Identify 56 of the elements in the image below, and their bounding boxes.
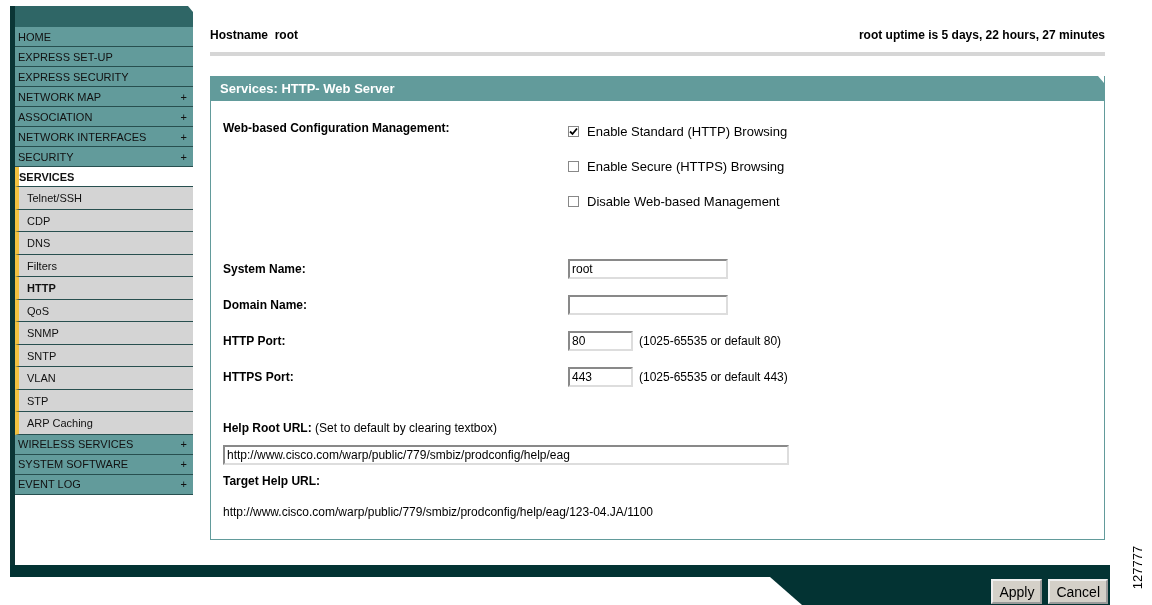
submenu-item[interactable]: QoS <box>15 299 193 322</box>
submenu-item[interactable]: Telnet/SSH <box>15 187 193 210</box>
sidebar-item[interactable]: EVENT LOG + <box>15 474 193 495</box>
range-hint: (1025-65535 or default 443) <box>639 370 788 384</box>
action-button[interactable]: Apply <box>991 579 1043 604</box>
expand-icon: + <box>180 90 187 103</box>
field-label: Target Help URL: <box>223 474 322 488</box>
submenu-item[interactable]: CDP <box>15 209 193 232</box>
field-label: Domain Name: <box>223 298 309 312</box>
sidebar-item[interactable]: SYSTEM SOFTWARE + <box>15 454 193 475</box>
uptime-label: root uptime is 5 days, 22 hours, 27 minutes <box>858 28 1105 42</box>
checkbox[interactable] <box>568 160 579 172</box>
submenu-item[interactable]: ARP Caching <box>15 412 193 435</box>
range-hint: (1025-65535 or default 80) <box>639 334 782 348</box>
submenu-item[interactable]: VLAN <box>15 367 193 390</box>
submenu-item[interactable]: DNS <box>15 232 193 255</box>
sidebar-item[interactable]: NETWORK MAP + <box>15 87 193 107</box>
expand-icon: + <box>180 130 187 143</box>
url-field[interactable]: http://www.cisco.com/warp/public/779/smbiz/prodconfig/help/eag <box>223 445 789 465</box>
sidebar-item[interactable]: ASSOCIATION + <box>15 107 193 127</box>
target-url-text: http://www.cisco.com/warp/public/779/smbiz/prodconfig/help/eag/123-04.JA/1100 <box>223 505 654 519</box>
expand-icon: + <box>180 478 187 490</box>
sidebar-item[interactable]: HOME <box>15 27 193 47</box>
sidebar-item[interactable]: SECURITY + <box>15 147 193 167</box>
field-label: Web-based Configuration Management: <box>223 120 451 137</box>
expand-icon: + <box>180 150 187 163</box>
text-field[interactable]: root <box>568 259 728 279</box>
submenu-item[interactable]: SNTP <box>15 344 193 367</box>
hostname-label: Hostname root <box>210 28 298 42</box>
expand-icon: + <box>180 458 187 470</box>
sidebar-item[interactable]: EXPRESS SET-UP <box>15 47 193 67</box>
action-button[interactable]: Cancel <box>1048 579 1108 604</box>
field-label: System Name: <box>223 262 307 276</box>
port-field[interactable]: 443 <box>568 367 633 387</box>
field-label: HTTP Port: <box>223 334 287 348</box>
checkbox[interactable] <box>568 195 579 207</box>
submenu-item[interactable]: Filters <box>15 254 193 277</box>
checkbox-label: Enable Secure (HTTPS) Browsing <box>587 158 785 174</box>
checkbox-label: Disable Web-based Management <box>587 193 780 209</box>
checkbox[interactable] <box>568 125 579 137</box>
sidebar-item[interactable]: NETWORK INTERFACES + <box>15 127 193 147</box>
checkbox-label: Enable Standard (HTTP) Browsing <box>587 123 788 139</box>
sidebar-item[interactable]: SERVICES <box>15 167 193 187</box>
figure-number: 127777 <box>1129 544 1145 592</box>
field-label: HTTPS Port: <box>223 370 295 384</box>
submenu-item[interactable]: STP <box>15 389 193 412</box>
sidebar-item[interactable]: EXPRESS SECURITY <box>15 67 193 87</box>
submenu-item[interactable]: SNMP <box>15 322 193 345</box>
text-field[interactable] <box>568 295 728 315</box>
sidebar-item[interactable]: WIRELESS SERVICES + <box>15 434 193 455</box>
expand-icon: + <box>180 110 187 123</box>
port-field[interactable]: 80 <box>568 331 633 351</box>
submenu-item[interactable]: HTTP <box>15 277 193 300</box>
panel-title: Services: HTTP- Web Server <box>211 76 1104 101</box>
help-root-label: Help Root URL: (Set to default by clearing textbox) <box>223 421 499 435</box>
expand-icon: + <box>180 438 187 450</box>
